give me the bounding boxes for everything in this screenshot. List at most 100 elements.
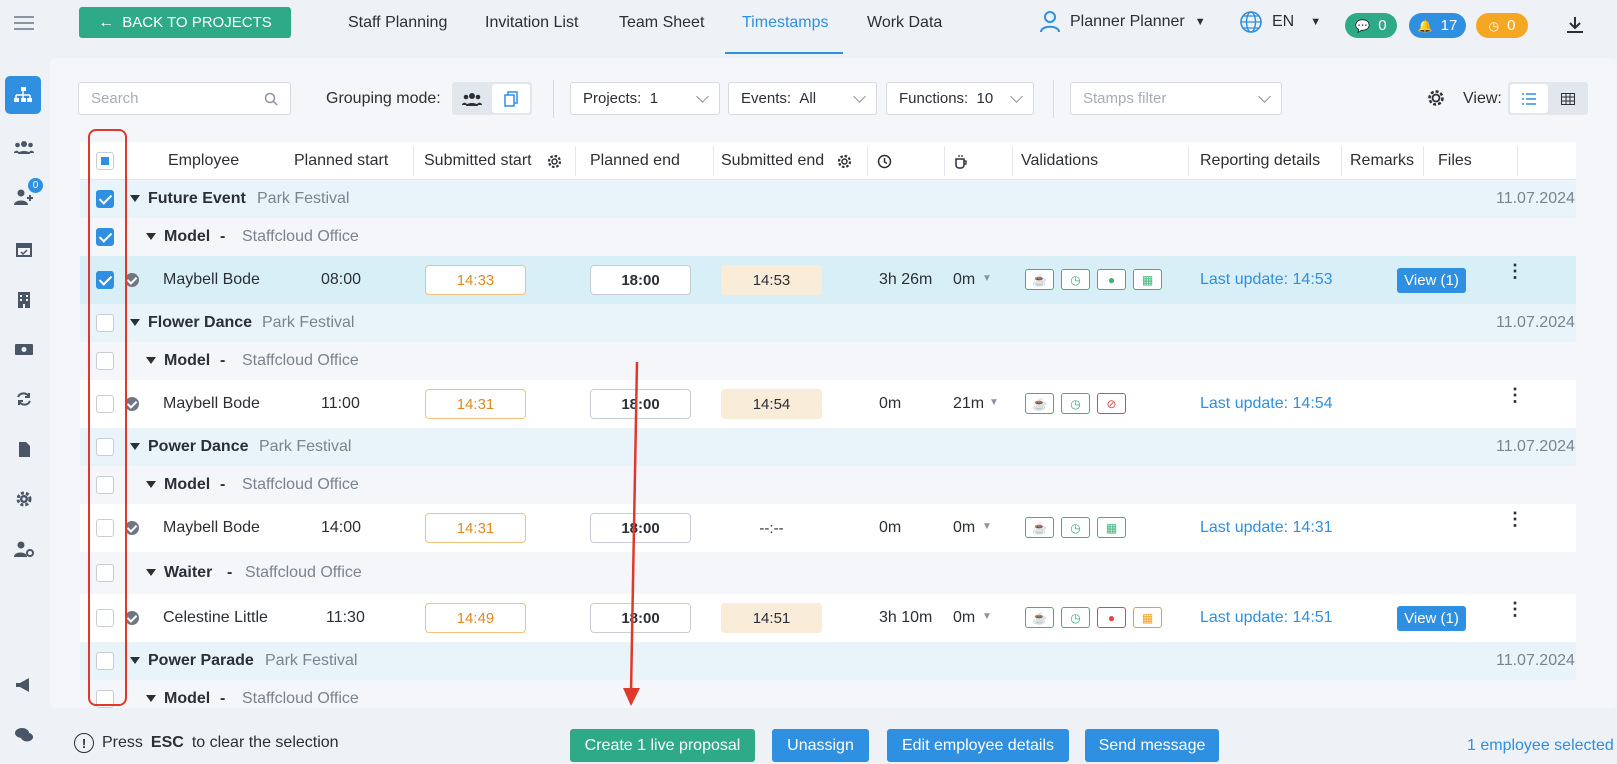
grid-view-icon[interactable] [1548, 82, 1588, 115]
employee-name[interactable]: Maybell Bode [163, 271, 260, 289]
function-row[interactable]: Model - Staffcloud Office [80, 342, 1576, 380]
time-validation-icon[interactable]: ◷ [1061, 517, 1090, 538]
collapse-caret-icon[interactable] [130, 319, 140, 326]
break-validation-icon[interactable]: ☕ [1025, 607, 1054, 628]
create-live-proposal-button[interactable]: Create 1 live proposal [570, 729, 755, 762]
location-validation-icon[interactable]: ● [1097, 269, 1126, 290]
collapse-caret-icon[interactable] [130, 195, 140, 202]
building-icon[interactable] [11, 286, 37, 312]
last-update-link[interactable]: Last update: 14:54 [1200, 395, 1333, 413]
projects-select[interactable]: Projects: 1 [570, 82, 720, 115]
header-employee[interactable]: Employee [168, 152, 239, 170]
collapse-caret-icon[interactable] [130, 443, 140, 450]
qr-validation-icon[interactable]: ▦ [1133, 269, 1162, 290]
document-icon[interactable] [11, 436, 37, 462]
table-row[interactable]: Maybell Bode 11:00 14:31 18:00 14:54 0m … [80, 380, 1576, 428]
more-options-icon[interactable]: ⋮ [1506, 386, 1524, 404]
function-row[interactable]: Waiter - Staffcloud Office [80, 552, 1576, 594]
header-validations[interactable]: Validations [1021, 152, 1098, 170]
messages-pill[interactable]: 💬 0 [1345, 13, 1397, 38]
submitted-start-input[interactable]: 14:31 [425, 513, 526, 543]
user-settings-icon[interactable] [11, 536, 37, 562]
collapse-caret-icon[interactable] [146, 481, 156, 488]
submitted-start-settings-icon[interactable] [547, 154, 562, 169]
function-row[interactable]: Model - Staffcloud Office [80, 218, 1576, 256]
header-reporting-details[interactable]: Reporting details [1200, 152, 1320, 170]
employee-name[interactable]: Maybell Bode [163, 395, 260, 413]
chat-bubbles-icon[interactable] [11, 722, 37, 748]
event-row[interactable]: Power Dance Park Festival 11.07.2024 [80, 428, 1576, 466]
caret-down-icon[interactable]: ▼ [982, 611, 992, 622]
header-remarks[interactable]: Remarks [1350, 152, 1414, 170]
notifications-pill[interactable]: 🔔 17 [1409, 13, 1466, 38]
time-validation-icon[interactable]: ◷ [1061, 269, 1090, 290]
time-validation-icon[interactable]: ◷ [1061, 607, 1090, 628]
back-to-projects-button[interactable]: ← BACK TO PROJECTS [79, 7, 291, 38]
event-row[interactable]: Future Event Park Festival 11.07.2024 [80, 180, 1576, 218]
language-selector[interactable]: EN ▼ [1240, 11, 1321, 33]
view-files-button[interactable]: View (1) [1397, 268, 1466, 293]
planned-end-input[interactable]: 18:00 [590, 265, 691, 295]
calendar-icon[interactable] [11, 236, 37, 262]
break-duration[interactable]: 0m [953, 271, 975, 289]
download-icon[interactable] [1566, 16, 1584, 38]
submitted-start-input[interactable]: 14:31 [425, 389, 526, 419]
more-options-icon[interactable]: ⋮ [1506, 510, 1524, 528]
view-files-button[interactable]: View (1) [1397, 606, 1466, 631]
event-row[interactable]: Power Parade Park Festival 11.07.2024 [80, 642, 1576, 680]
header-submitted-end[interactable]: Submitted end [721, 152, 824, 170]
break-duration[interactable]: 0m [953, 519, 975, 537]
collapse-caret-icon[interactable] [130, 657, 140, 664]
sync-icon[interactable] [11, 386, 37, 412]
time-validation-icon[interactable]: ◷ [1061, 393, 1090, 414]
location-warning-icon[interactable]: ● [1097, 607, 1126, 628]
table-row[interactable]: Maybell Bode 14:00 14:31 18:00 --:-- 0m … [80, 504, 1576, 552]
no-location-validation-icon[interactable]: ⊘ [1097, 393, 1126, 414]
collapse-caret-icon[interactable] [146, 357, 156, 364]
caret-down-icon[interactable]: ▼ [989, 397, 999, 408]
break-validation-icon[interactable]: ☕ [1025, 269, 1054, 290]
qr-warning-icon[interactable]: ▦ [1133, 607, 1162, 628]
more-options-icon[interactable]: ⋮ [1506, 262, 1524, 280]
collapse-caret-icon[interactable] [146, 569, 156, 576]
last-update-link[interactable]: Last update: 14:53 [1200, 271, 1333, 289]
unassign-button[interactable]: Unassign [772, 729, 869, 762]
tab-team-sheet[interactable]: Team Sheet [619, 14, 704, 32]
tab-timestamps[interactable]: Timestamps [742, 14, 829, 32]
function-row[interactable]: Model - Staffcloud Office [80, 680, 1576, 710]
tab-work-data[interactable]: Work Data [867, 14, 942, 32]
caret-down-icon[interactable]: ▼ [982, 273, 992, 284]
view-settings-gear-icon[interactable] [1427, 89, 1445, 111]
tab-invitation-list[interactable]: Invitation List [485, 14, 578, 32]
send-message-button[interactable]: Send message [1085, 729, 1219, 762]
submitted-end-settings-icon[interactable] [837, 154, 852, 169]
edit-employee-details-button[interactable]: Edit employee details [887, 729, 1069, 762]
alerts-pill[interactable]: ◷ 0 [1476, 13, 1528, 38]
stamps-filter-select[interactable]: Stamps filter [1070, 82, 1282, 115]
events-select[interactable]: Events: All [728, 82, 877, 115]
submitted-start-input[interactable]: 14:49 [425, 603, 526, 633]
more-options-icon[interactable]: ⋮ [1506, 600, 1524, 618]
break-duration[interactable]: 0m [953, 609, 975, 627]
function-row[interactable]: Model - Staffcloud Office [80, 466, 1576, 504]
group-by-people-icon[interactable] [452, 82, 492, 115]
last-update-link[interactable]: Last update: 14:31 [1200, 519, 1333, 537]
user-menu[interactable]: Planner Planner ▼ [1040, 11, 1206, 33]
megaphone-icon[interactable] [11, 672, 37, 698]
table-row[interactable]: Maybell Bode 08:00 14:33 18:00 14:53 3h … [80, 256, 1576, 304]
qr-validation-icon[interactable]: ▦ [1097, 517, 1126, 538]
break-validation-icon[interactable]: ☕ [1025, 517, 1054, 538]
settings-gear-icon[interactable] [11, 486, 37, 512]
hamburger-menu-icon[interactable] [11, 10, 37, 36]
caret-down-icon[interactable]: ▼ [982, 521, 992, 532]
break-validation-icon[interactable]: ☕ [1025, 393, 1054, 414]
header-files[interactable]: Files [1438, 152, 1472, 170]
table-row[interactable]: Celestine Little 11:30 14:49 18:00 14:51… [80, 594, 1576, 642]
tab-staff-planning[interactable]: Staff Planning [348, 14, 447, 32]
header-planned-start[interactable]: Planned start [294, 152, 388, 170]
sidebar-item-org-chart[interactable] [5, 76, 41, 114]
event-row[interactable]: Flower Dance Park Festival 11.07.2024 [80, 304, 1576, 342]
header-submitted-start[interactable]: Submitted start [424, 152, 532, 170]
functions-select[interactable]: Functions: 10 [886, 82, 1034, 115]
last-update-link[interactable]: Last update: 14:51 [1200, 609, 1333, 627]
